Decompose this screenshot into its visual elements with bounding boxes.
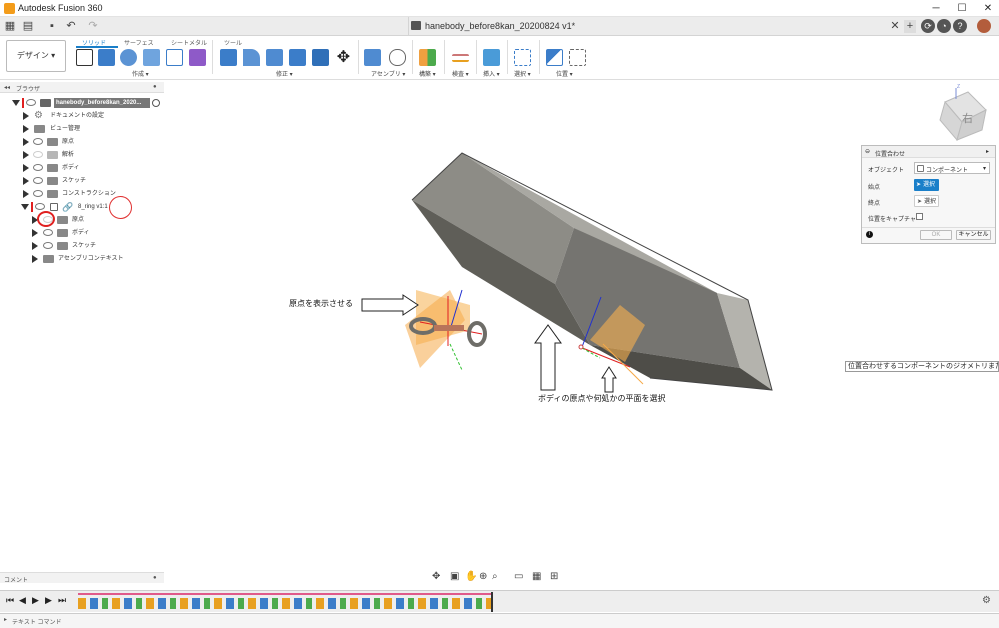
timeline-bar: ⏮ ◀ ▶ ▶ ⏭ ⚙ [0, 590, 999, 612]
cancel-button[interactable]: キャンセル [956, 230, 991, 240]
orbit-icon[interactable]: ✥ [432, 571, 440, 582]
arrow-right-annotation [361, 294, 419, 316]
zoom-icon[interactable]: ⊕ [479, 571, 487, 582]
arrow-up-annotation-small [601, 366, 617, 393]
expand-arrow-icon[interactable]: ▸ [986, 148, 989, 155]
viewport-canvas[interactable]: Z [0, 0, 999, 628]
pan-icon[interactable]: ✋ [465, 571, 477, 582]
ring-center-link[interactable] [434, 325, 464, 331]
arrow-up-annotation-large [534, 324, 562, 391]
to-select-button[interactable]: ➤ 選択 [914, 195, 939, 207]
object-label: オブジェクト [868, 168, 905, 174]
from-select-button[interactable]: ➤ 選択 [914, 179, 939, 191]
timeline-features[interactable] [78, 593, 492, 611]
comments-panel-header[interactable]: コメント ● [0, 572, 164, 584]
cursor-icon: ➤ [916, 182, 922, 188]
text-command-bar[interactable]: ▸ テキスト コマンド [0, 613, 999, 628]
dialog-title: 位置合わせ [875, 152, 906, 158]
annotation-select-plane: ボディの原点や何処かの平面を選択 [538, 394, 666, 403]
timeline-marker[interactable] [491, 592, 493, 612]
cursor-icon: ➤ [917, 199, 923, 205]
hover-tooltip: 位置合わせするコンポーネントのジオメトリまたはスナップ点を選 [845, 361, 999, 372]
component-icon [917, 165, 924, 172]
capture-position-checkbox[interactable] [916, 213, 923, 220]
object-type-select[interactable]: コンポーネント ▾ [914, 162, 990, 174]
viewcube-face-label: 右 [962, 113, 973, 125]
grid-settings-icon[interactable]: ▦ [532, 571, 541, 582]
navigation-bar: ✥ ▣ ✋ ⊕ ⌕ ▭ ▦ ⊞ [430, 571, 566, 585]
go-to-start-icon[interactable]: ⏮ [6, 595, 14, 606]
step-back-icon[interactable]: ◀ [19, 595, 26, 606]
text-command-label: テキスト コマンド [12, 620, 62, 626]
collapse-dialog-icon[interactable]: ⊖ [865, 148, 870, 155]
capture-position-label: 位置をキャプチャ [868, 217, 916, 223]
comments-label: コメント [4, 578, 29, 584]
timeline-settings-gear-icon[interactable]: ⚙ [982, 595, 991, 606]
chevron-down-icon: ▾ [983, 166, 987, 172]
timeline-feature-icons[interactable] [78, 598, 492, 609]
from-label: 始点 [868, 185, 881, 191]
ok-button[interactable]: OK [920, 230, 952, 240]
display-settings-icon[interactable]: ▭ [514, 571, 523, 582]
step-forward-icon[interactable]: ▶ [45, 595, 52, 606]
svg-text:Z: Z [957, 84, 960, 90]
play-icon[interactable]: ▶ [32, 595, 39, 606]
comments-pin-icon[interactable]: ● [153, 575, 157, 581]
look-at-icon[interactable]: ▣ [450, 571, 459, 582]
ring-link-right[interactable] [467, 321, 487, 347]
align-dialog: ⊖ 位置合わせ ▸ オブジェクト コンポーネント ▾ 始点 ➤ 選択 終点 ➤ … [861, 145, 996, 244]
dialog-header: ⊖ 位置合わせ ▸ [862, 146, 995, 158]
annotation-show-origin: 原点を表示させる [289, 299, 353, 308]
to-label: 終点 [868, 201, 881, 207]
viewports-icon[interactable]: ⊞ [550, 571, 558, 582]
fit-icon[interactable]: ⌕ [492, 571, 498, 582]
info-icon[interactable]: i [866, 231, 873, 238]
expand-text-command-icon[interactable]: ▸ [4, 616, 7, 623]
go-to-end-icon[interactable]: ⏭ [58, 595, 66, 606]
